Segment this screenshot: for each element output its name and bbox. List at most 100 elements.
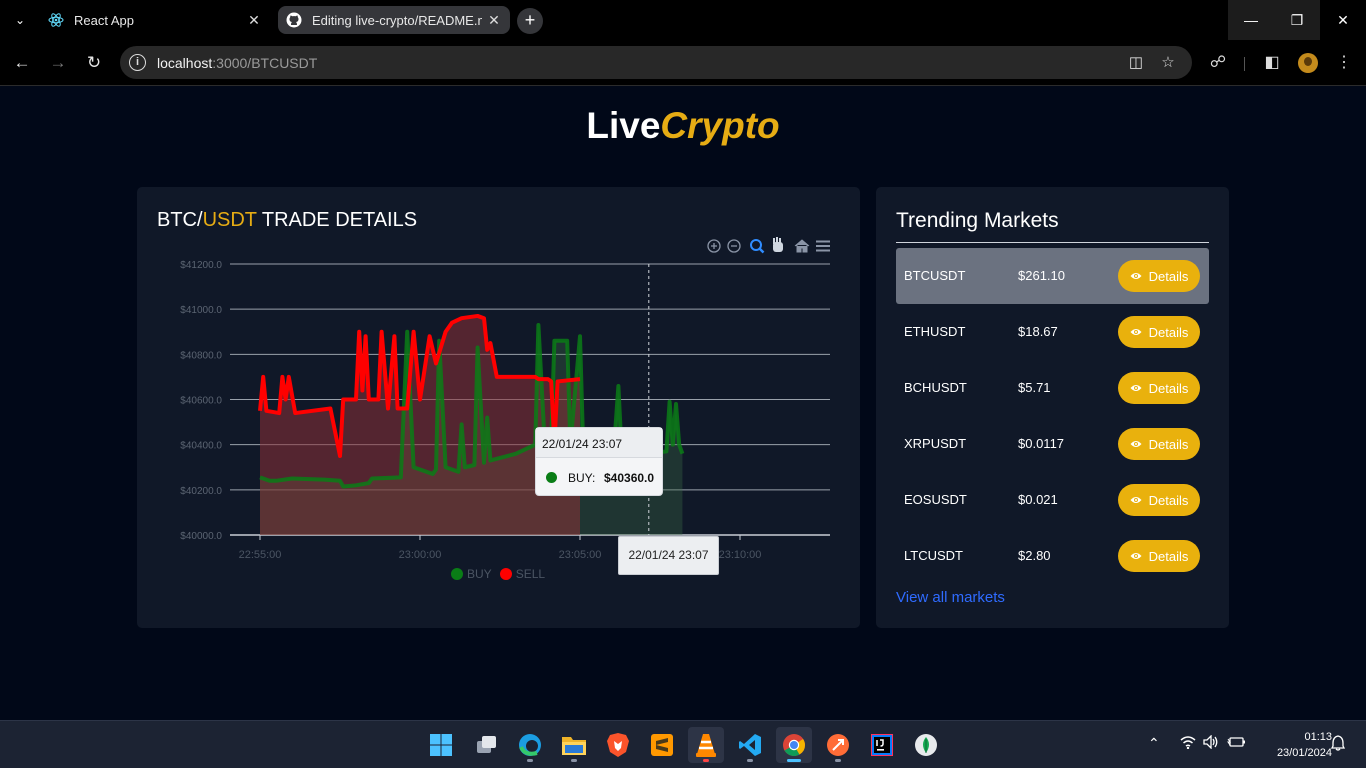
zoom-in-icon[interactable] [707, 239, 721, 253]
file-explorer-icon[interactable] [556, 727, 592, 763]
notification-bell-icon[interactable] [1330, 735, 1346, 754]
tab-title: React App [74, 12, 134, 28]
view-all-markets-link[interactable]: View all markets [896, 589, 1005, 606]
restore-icon[interactable]: ❐ [1274, 0, 1320, 40]
volume-icon[interactable] [1203, 734, 1219, 752]
y-tick-label: $40600.0 [180, 396, 222, 407]
battery-charging-icon[interactable] [1227, 735, 1245, 752]
brave-icon[interactable] [600, 727, 636, 763]
tooltip-buy-marker [546, 472, 557, 483]
tooltip-value: $40360.0 [604, 471, 655, 485]
minimize-icon[interactable]: — [1228, 0, 1274, 40]
details-button-label: Details [1148, 548, 1189, 564]
market-price: $5.71 [1018, 380, 1051, 395]
pan-icon[interactable] [773, 237, 783, 252]
url-text[interactable]: localhost:3000/BTCUSDT [157, 55, 317, 71]
y-tick-label: $40000.0 [180, 531, 222, 542]
show-hidden-icons-chevron-icon[interactable]: ⌃ [1148, 735, 1160, 752]
edge-icon[interactable] [512, 727, 548, 763]
y-tick-label: $41000.0 [180, 305, 222, 316]
extensions-puzzle-icon[interactable]: ☍ [1206, 51, 1230, 75]
trending-markets-title: Trending Markets [896, 209, 1059, 232]
trending-markets-card: Trending Markets BTCUSDT $261.10 Details ET… [876, 187, 1229, 628]
forward-arrow-icon[interactable]: → [46, 51, 70, 75]
details-button[interactable]: Details [1118, 372, 1200, 404]
eye-icon [1130, 497, 1142, 503]
clock-date: 23/01/2024 [1276, 747, 1332, 759]
market-price: $18.67 [1018, 324, 1058, 339]
site-info-icon[interactable]: i [129, 54, 146, 71]
task-view-icon[interactable] [468, 727, 504, 763]
market-row[interactable]: XRPUSDT $0.0117 Details [896, 416, 1209, 472]
market-row[interactable]: EOSUSDT $0.021 Details [896, 472, 1209, 528]
market-row[interactable]: BCHUSDT $5.71 Details [896, 360, 1209, 416]
market-row[interactable]: ETHUSDT $18.67 Details [896, 304, 1209, 360]
details-button-label: Details [1148, 492, 1189, 508]
clock-time: 01:13 [1304, 731, 1332, 743]
react-icon [48, 12, 64, 28]
legend-buy-label[interactable]: BUY [467, 567, 492, 581]
market-symbol: XRPUSDT [904, 436, 967, 451]
wifi-icon[interactable] [1180, 735, 1196, 752]
reload-icon[interactable]: ↻ [82, 51, 106, 75]
x-tick-label: 22:55:00 [239, 549, 282, 561]
details-button[interactable]: Details [1118, 260, 1200, 292]
tab-react-app[interactable]: React App ✕ [40, 6, 270, 34]
vlc-icon[interactable] [688, 727, 724, 763]
tab-github-readme[interactable]: Editing live-crypto/README.md ✕ [278, 6, 510, 34]
details-button[interactable]: Details [1118, 540, 1200, 572]
legend-sell-label[interactable]: SELL [516, 567, 545, 581]
reset-home-icon[interactable] [794, 239, 810, 253]
market-symbol: BTCUSDT [904, 268, 966, 283]
github-icon [286, 12, 302, 28]
start-icon[interactable] [423, 727, 459, 763]
market-price: $0.0117 [1018, 436, 1065, 451]
series-area-sell [260, 315, 580, 535]
side-panel-icon[interactable]: ◧ [1260, 51, 1284, 75]
tab-search-chevron-icon[interactable]: ⌄ [8, 8, 32, 32]
zoom-out-icon[interactable] [727, 239, 741, 253]
sublime-text-icon[interactable] [644, 727, 680, 763]
more-menu-icon[interactable]: ⋮ [1332, 51, 1356, 75]
tooltip-time: 22/01/24 23:07 [536, 428, 662, 458]
tab-close-icon[interactable]: ✕ [246, 12, 262, 28]
y-tick-label: $41200.0 [180, 260, 222, 271]
chrome-icon[interactable] [776, 727, 812, 763]
back-arrow-icon[interactable]: ← [10, 51, 34, 75]
taskbar-clock[interactable]: 01:13 23/01/2024 [1254, 729, 1332, 761]
bookmark-star-icon[interactable]: ☆ [1158, 53, 1178, 73]
details-button-label: Details [1148, 268, 1189, 284]
details-button-label: Details [1148, 324, 1189, 340]
eye-icon [1130, 329, 1142, 335]
profile-avatar[interactable] [1298, 53, 1318, 73]
legend-buy-marker[interactable] [451, 568, 463, 580]
market-symbol: EOSUSDT [904, 492, 967, 507]
details-button[interactable]: Details [1118, 484, 1200, 516]
postman-icon[interactable] [820, 727, 856, 763]
intellij-icon[interactable] [864, 727, 900, 763]
price-chart[interactable]: $41200.0 $41000.0 $40800.0 $40600.0 $40400.0… [137, 187, 860, 628]
market-row[interactable]: LTCUSDT $2.80 Details [896, 528, 1209, 584]
selection-zoom-icon[interactable] [750, 239, 765, 254]
market-row[interactable]: BTCUSDT $261.10 Details [896, 248, 1209, 304]
chart-toolbar [707, 237, 830, 254]
market-symbol: BCHUSDT [904, 380, 967, 395]
trade-details-card: BTC/USDT TRADE DETAILS $41200.0 $41000.0 $… [137, 187, 860, 628]
details-button[interactable]: Details [1118, 428, 1200, 460]
market-price: $2.80 [1018, 548, 1051, 563]
windows-taskbar: ⌃ 01:13 23/01/2024 [0, 720, 1366, 768]
toolbar-divider [1244, 57, 1245, 71]
vscode-icon[interactable] [732, 727, 768, 763]
tab-close-icon[interactable]: ✕ [486, 12, 502, 28]
mongodb-compass-icon[interactable] [908, 727, 944, 763]
details-button[interactable]: Details [1118, 316, 1200, 348]
new-tab-button[interactable]: + [517, 8, 543, 34]
eye-icon [1130, 441, 1142, 447]
legend-sell-marker[interactable] [499, 568, 512, 580]
install-app-icon[interactable]: ◫ [1126, 53, 1146, 73]
address-bar[interactable]: i localhost:3000/BTCUSDT ◫ ☆ [120, 46, 1192, 79]
close-window-icon[interactable]: ✕ [1320, 0, 1366, 40]
menu-icon[interactable] [816, 240, 830, 252]
eye-icon [1130, 553, 1142, 559]
browser-toolbar: ← → ↻ i localhost:3000/BTCUSDT ◫ ☆ ☍ ◧ ⋮ [0, 40, 1366, 86]
